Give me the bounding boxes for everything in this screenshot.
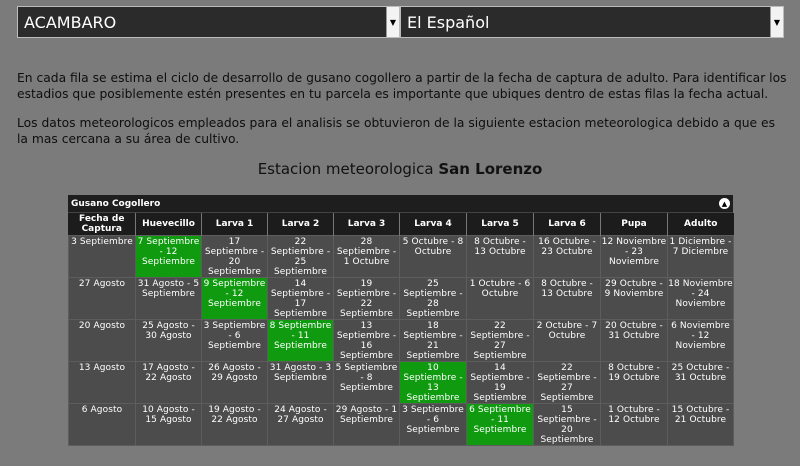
station-prefix: Estacion meteorologica [257,160,434,178]
column-header: Larva 1 [201,213,268,236]
intro-paragraph: En cada fila se estima el ciclo de desar… [17,71,787,101]
stage-date-cell: 31 Agosto - 3 Septiembre [267,361,334,404]
stage-date-cell: 1 Octubre - 12 Octubre [600,403,668,446]
stage-date-cell: 1 Octubre - 6 Octubre [466,277,534,320]
table-header-row: Fecha de Captura Huevecillo Larva 1 Larva 2… [68,213,734,236]
cycle-table: Fecha de Captura Huevecillo Larva 1 Larva 2… [68,213,734,446]
column-header: Adulto [667,213,734,236]
stage-date-cell: 5 Octubre - 8 Octubre [399,235,467,278]
city-select[interactable]: ACAMBARO ▼ [17,6,400,38]
stage-date-cell: 6 Septiembre - 11 Septiembre [466,403,534,446]
stage-date-cell: 10 Agosto - 15 Agosto [135,403,202,446]
capture-date-cell: 27 Agosto [68,277,136,320]
column-header: Larva 5 [466,213,534,236]
stage-date-cell: 12 Noviembre - 23 Noviembre [600,235,668,278]
stage-date-cell: 25 Octubre - 31 Octubre [667,361,734,404]
stage-date-cell: 13 Septiembre - 16 Septiembre [333,319,400,362]
stage-date-cell: 29 Agosto - 1 Septiembre [333,403,400,446]
column-header: Huevecillo [135,213,202,236]
stage-date-cell: 17 Septiembre - 20 Septiembre [201,235,268,278]
column-header: Larva 2 [267,213,334,236]
capture-date-cell: 20 Agosto [68,319,136,362]
stage-date-cell: 15 Septiembre - 20 Septiembre [533,403,601,446]
stage-date-cell: 6 Noviembre - 12 Noviembre [667,319,734,362]
stage-date-cell: 1 Diciembre - 7 Diciembre [667,235,734,278]
stage-date-cell: 8 Octubre - 19 Octubre [600,361,668,404]
table-row: 6 Agosto 10 Agosto - 15 Agosto 19 Agosto -… [68,403,734,446]
station-name: San Lorenzo [438,160,543,178]
stage-date-cell: 25 Agosto - 30 Agosto [135,319,202,362]
stage-date-cell: 25 Septiembre - 28 Septiembre [399,277,467,320]
panel-title: Gusano Cogollero [71,198,161,209]
stage-date-cell: 8 Septiembre - 11 Septiembre [267,319,334,362]
column-header: Larva 6 [533,213,601,236]
station-heading: Estacion meteorologica San Lorenzo [0,160,800,178]
stage-date-cell: 29 Octubre - 9 Noviembre [600,277,668,320]
chevron-down-icon[interactable]: ▼ [386,7,399,37]
capture-date-cell: 6 Agosto [68,403,136,446]
stage-date-cell: 14 Septiembre - 19 Septiembre [466,361,534,404]
panel-header: Gusano Cogollero ▲ [68,195,733,213]
capture-date-cell: 13 Agosto [68,361,136,404]
column-header: Fecha de Captura [68,213,136,236]
stage-date-cell: 8 Octubre - 13 Octubre [533,277,601,320]
table-row: 20 Agosto 25 Agosto - 30 Agosto 3 Septiemb… [68,319,734,362]
stage-date-cell: 18 Noviembre - 24 Noviembre [667,277,734,320]
stage-date-cell: 18 Septiembre - 21 Septiembre [399,319,467,362]
table-row: 27 Agosto 31 Agosto - 5 Septiembre 9 Septi… [68,277,734,320]
capture-date-cell: 3 Septiembre [68,235,136,278]
stage-date-cell: 9 Septiembre - 12 Septiembre [201,277,268,320]
stage-date-cell: 19 Agosto - 22 Agosto [201,403,268,446]
stage-date-cell: 28 Septiembre - 1 Octubre [333,235,400,278]
stage-date-cell: 31 Agosto - 5 Septiembre [135,277,202,320]
table-row: 13 Agosto 17 Agosto - 22 Agosto 26 Agosto … [68,361,734,404]
stage-date-cell: 2 Octubre - 7 Octubre [533,319,601,362]
stage-date-cell: 10 Septiembre - 13 Septiembre [399,361,467,404]
stage-date-cell: 17 Agosto - 22 Agosto [135,361,202,404]
stage-date-cell: 15 Octubre - 21 Octubre [667,403,734,446]
data-source-paragraph: Los datos meteorologicos empleados para … [17,116,775,146]
cycle-panel: Gusano Cogollero ▲ Fecha de Captura Hueve… [68,195,734,446]
collapse-icon[interactable]: ▲ [719,198,730,209]
stage-date-cell: 22 Septiembre - 27 Septiembre [466,319,534,362]
column-header: Pupa [600,213,668,236]
stage-date-cell: 7 Septiembre - 12 Septiembre [135,235,202,278]
stage-date-cell: 22 Septiembre - 25 Septiembre [267,235,334,278]
table-row: 3 Septiembre 7 Septiembre - 12 Septiembre… [68,235,734,278]
stage-date-cell: 26 Agosto - 29 Agosto [201,361,268,404]
column-header: Larva 3 [333,213,400,236]
stage-date-cell: 16 Octubre - 23 Octubre [533,235,601,278]
stage-date-cell: 8 Octubre - 13 Octubre [466,235,534,278]
column-header: Larva 4 [399,213,467,236]
chevron-down-icon[interactable]: ▼ [770,7,783,37]
language-select-value: El Español [407,12,490,32]
stage-date-cell: 14 Septiembre - 17 Septiembre [267,277,334,320]
stage-date-cell: 3 Septiembre - 6 Septiembre [399,403,467,446]
city-select-value: ACAMBARO [24,12,117,32]
table-body: 3 Septiembre 7 Septiembre - 12 Septiembre… [68,235,734,446]
stage-date-cell: 19 Septiembre - 22 Septiembre [333,277,400,320]
stage-date-cell: 20 Octubre - 31 Octubre [600,319,668,362]
stage-date-cell: 3 Septiembre - 6 Septiembre [201,319,268,362]
stage-date-cell: 24 Agosto - 27 Agosto [267,403,334,446]
stage-date-cell: 22 Septiembre - 27 Septiembre [533,361,601,404]
language-select[interactable]: El Español ▼ [400,6,784,38]
stage-date-cell: 5 Septiembre - 8 Septiembre [333,361,400,404]
